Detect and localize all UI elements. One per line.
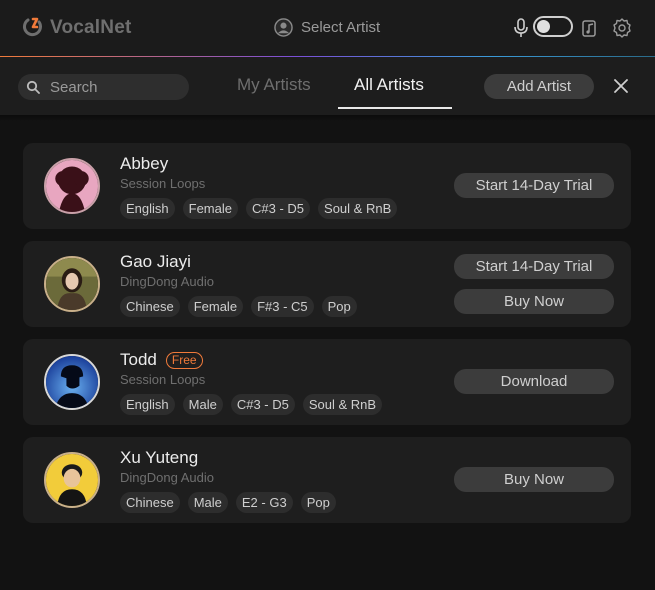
artist-photo-gao-jiayi [46,258,98,310]
brand: VocalNet [22,16,132,40]
artist-photo-xu-yuteng [46,454,98,506]
gender-tag: Male [187,492,228,513]
artist-tags: English Female C#3 - D5 Soul & RnB [120,198,405,219]
start-trial-button[interactable]: Start 14-Day Trial [454,173,614,198]
artist-studio: Session Loops [120,372,206,387]
buy-now-button[interactable]: Buy Now [454,467,614,492]
artist-studio: Session Loops [120,176,206,191]
artist-photo-todd [46,356,98,408]
avatar [44,452,100,508]
avatar [44,158,100,214]
artist-studio: DingDong Audio [120,470,214,485]
artist-photo-abbey [46,160,98,212]
language-tag: Chinese [120,296,180,317]
music-note-icon [582,20,596,37]
genre-tag: Pop [300,492,336,513]
gender-tag: Male [182,394,223,415]
artist-studio: DingDong Audio [120,274,214,289]
tab-bar: My Artists All Artists Add Artist [0,57,655,115]
avatar [44,354,100,410]
search-box[interactable] [18,74,189,100]
range-tag: F#3 - C5 [251,296,314,317]
select-artist-button[interactable]: Select Artist [274,18,380,37]
range-tag: C#3 - D5 [230,394,295,415]
gender-tag: Female [187,296,244,317]
free-badge: Free [165,351,203,369]
genre-tag: Pop [321,296,357,317]
range-tag: E2 - G3 [235,492,293,513]
app-name: VocalNet [50,17,132,38]
artist-tags: English Male C#3 - D5 Soul & RnB [120,394,390,415]
artist-name: Xu Yuteng [120,448,199,467]
artist-name: Todd [120,350,157,369]
language-tag: English [120,198,175,219]
gender-tag: Female [182,198,238,219]
select-artist-label: Select Artist [301,19,381,36]
active-tab-indicator [338,107,452,109]
artist-name: Abbey [120,154,169,173]
artist-tags: Chinese Female F#3 - C5 Pop [120,296,365,317]
microphone-icon [514,18,528,37]
search-icon [26,80,40,94]
language-tag: Chinese [120,492,180,513]
buy-now-button[interactable]: Buy Now [454,289,614,314]
genre-tag: Soul & RnB [302,394,383,415]
range-tag: C#3 - D5 [246,198,311,219]
start-trial-button[interactable]: Start 14-Day Trial [454,254,614,279]
tab-my-artists[interactable]: My Artists [237,75,311,95]
artist-tags: Chinese Male E2 - G3 Pop [120,492,344,513]
title-bar: VocalNet Select Artist [0,0,655,56]
avatar [44,256,100,312]
artist-card-gao-jiayi: Gao Jiayi DingDong Audio Chinese Female … [23,241,631,327]
mode-toggle[interactable] [533,16,573,37]
tab-all-artists[interactable]: All Artists [354,75,424,95]
close-icon[interactable] [613,78,629,94]
toggle-knob [537,20,550,33]
gear-icon[interactable] [612,18,632,38]
language-tag: English [120,394,175,415]
artist-card-abbey: Abbey Session Loops English Female C#3 -… [23,143,631,229]
vocalnet-logo-icon [23,17,42,37]
download-button[interactable]: Download [454,369,614,394]
add-artist-button[interactable]: Add Artist [484,74,594,99]
genre-tag: Soul & RnB [318,198,398,219]
artist-card-xu-yuteng: Xu Yuteng DingDong Audio Chinese Male E2… [23,437,631,523]
artist-name: Gao Jiayi [120,252,191,271]
artist-card-todd: Todd Free Session Loops English Male C#3… [23,339,631,425]
user-circle-icon [274,18,293,37]
search-input[interactable] [48,77,182,97]
